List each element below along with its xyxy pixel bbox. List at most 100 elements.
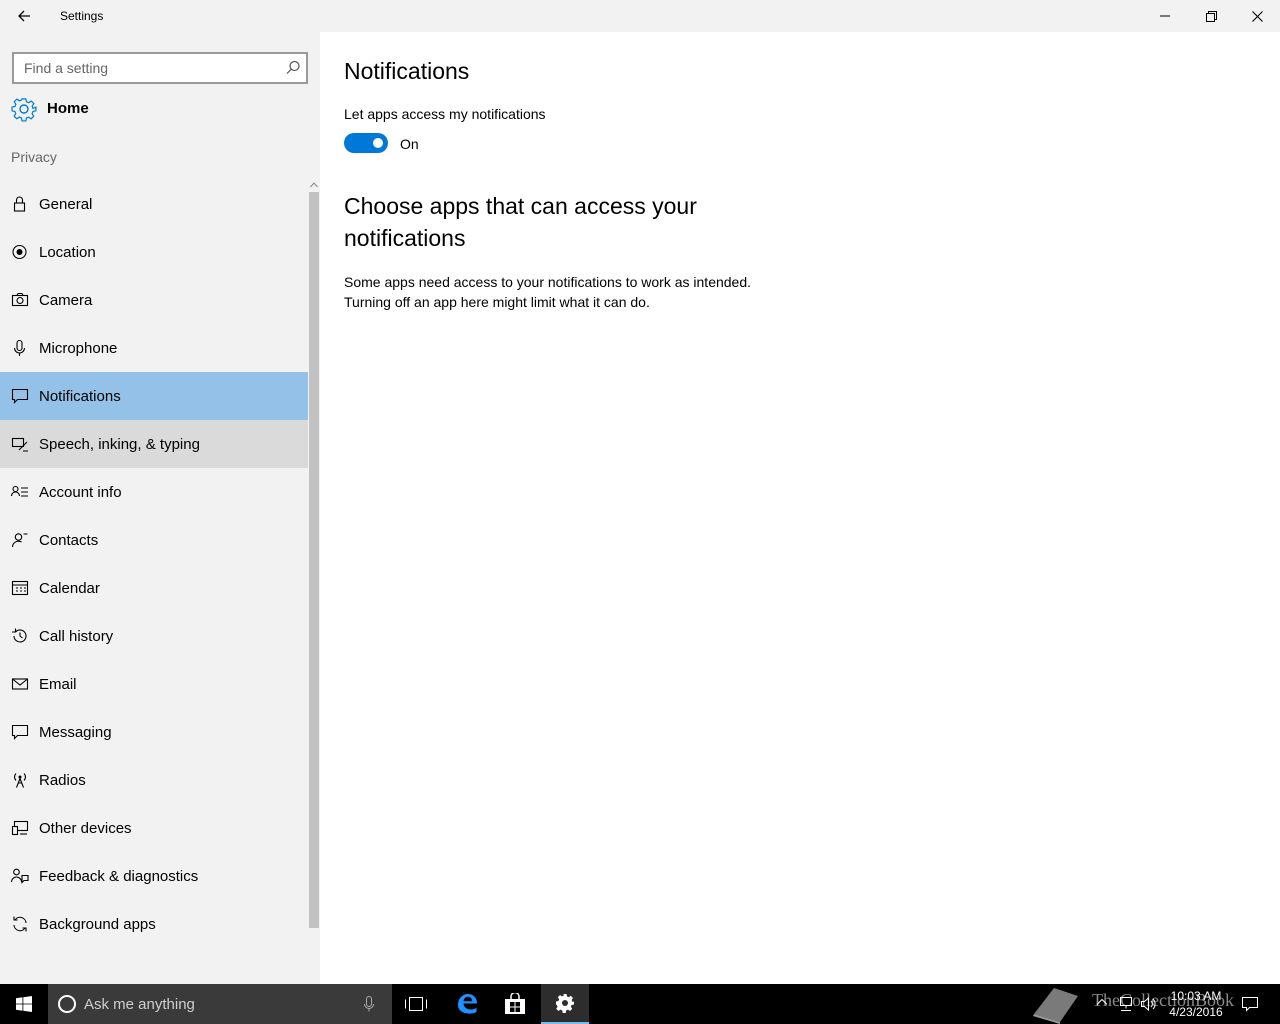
sidebar-item-calendar[interactable]: Calendar: [0, 564, 308, 612]
privacy-nav-list: General Location Camera Microphone Notif…: [0, 180, 308, 948]
sidebar-item-label: Other devices: [39, 820, 132, 837]
calendar-icon: [11, 580, 29, 596]
messaging-icon: [11, 724, 29, 740]
sidebar-item-label: Contacts: [39, 532, 99, 549]
edge-button[interactable]: [443, 984, 491, 1024]
store-icon: [505, 993, 525, 1014]
toggle-state-label: On: [400, 136, 419, 152]
windows-logo-icon: [16, 996, 32, 1012]
setting-label: Let apps access my notifications: [344, 106, 546, 122]
cortana-search-input[interactable]: [84, 984, 354, 1024]
task-view-button[interactable]: [392, 984, 440, 1024]
sidebar-item-location[interactable]: Location: [0, 228, 308, 276]
section-title: Choose apps that can access your notific…: [344, 193, 697, 251]
sidebar-item-call-history[interactable]: Call history: [0, 612, 308, 660]
sidebar-item-radios[interactable]: Radios: [0, 756, 308, 804]
sidebar-item-label: Speech, inking, & typing: [39, 436, 200, 453]
restore-icon: [1205, 10, 1217, 22]
email-icon: [11, 678, 29, 690]
sidebar-item-label: Microphone: [39, 340, 118, 357]
section-description: Some apps need access to your notificati…: [344, 272, 824, 312]
sidebar-item-label: Messaging: [39, 724, 112, 741]
action-center-icon[interactable]: [1240, 994, 1260, 1014]
history-icon: [12, 628, 27, 643]
window-title: Settings: [60, 9, 104, 23]
store-button[interactable]: [491, 984, 539, 1024]
section-heading: Privacy: [11, 149, 57, 165]
edge-icon: [458, 994, 477, 1014]
task-view-icon: [405, 997, 427, 1011]
camera-icon: [11, 292, 29, 307]
sidebar-item-label: General: [39, 196, 93, 213]
chevron-up-icon[interactable]: [1096, 996, 1108, 1008]
home-label: Home: [47, 100, 89, 117]
cortana-search-box[interactable]: [48, 984, 392, 1024]
sidebar-item-label: Background apps: [39, 916, 156, 933]
scroll-up-icon[interactable]: [310, 182, 318, 188]
clock-date: 4/23/2016: [1169, 1005, 1223, 1019]
taskbar: TheCollectionBook 10:03 AM 4/23/2016: [0, 984, 1280, 1024]
sidebar-item-account-info[interactable]: Account info: [0, 468, 308, 516]
microphone-icon[interactable]: [364, 996, 374, 1012]
sidebar-item-camera[interactable]: Camera: [0, 276, 308, 324]
page-title: Notifications: [344, 58, 470, 84]
speech-icon: [11, 437, 28, 452]
sidebar-item-contacts[interactable]: Contacts: [0, 516, 308, 564]
radio-icon: [14, 773, 26, 788]
minimize-icon: [1160, 15, 1170, 17]
gear-icon: [556, 994, 574, 1013]
sidebar-item-background-apps[interactable]: Background apps: [0, 900, 308, 948]
scrollbar-thumb[interactable]: [309, 192, 319, 928]
search-box: [12, 52, 308, 84]
description-line: Some apps need access to your notificati…: [344, 274, 752, 290]
back-button[interactable]: [0, 0, 48, 32]
title-bar: Settings: [0, 0, 1280, 32]
sidebar-item-label: Feedback & diagnostics: [39, 868, 199, 885]
sidebar-item-messaging[interactable]: Messaging: [0, 708, 308, 756]
home-item[interactable]: Home: [0, 88, 308, 128]
sidebar-item-microphone[interactable]: Microphone: [0, 324, 308, 372]
sidebar-item-label: Notifications: [39, 388, 121, 405]
lock-icon: [13, 196, 26, 212]
background-apps-icon: [13, 916, 27, 932]
main-content: Notifications Let apps access my notific…: [320, 32, 1280, 984]
account-info-icon: [11, 485, 28, 497]
book-icon: [1033, 988, 1078, 1024]
volume-icon[interactable]: [1140, 996, 1156, 1012]
sidebar-item-label: Calendar: [39, 580, 100, 597]
clock-time: 10:03 AM: [1170, 989, 1222, 1003]
sidebar-item-label: Email: [39, 676, 77, 693]
sidebar-item-label: Radios: [39, 772, 86, 789]
search-input[interactable]: [14, 54, 276, 82]
devices-icon: [11, 820, 29, 836]
start-button[interactable]: [0, 984, 48, 1024]
sidebar-item-label: Location: [39, 244, 96, 261]
toggle-knob: [373, 138, 383, 148]
sidebar-item-notifications[interactable]: Notifications: [0, 372, 308, 420]
gear-icon: [11, 98, 37, 122]
restore-button[interactable]: [1188, 0, 1234, 32]
notifications-access-toggle[interactable]: [344, 133, 388, 153]
sidebar-item-email[interactable]: Email: [0, 660, 308, 708]
back-arrow-icon: [18, 10, 30, 22]
description-line: Turning off an app here might limit what…: [344, 294, 650, 310]
sidebar-item-feedback[interactable]: Feedback & diagnostics: [0, 852, 308, 900]
sidebar-item-speech[interactable]: Speech, inking, & typing: [0, 420, 308, 468]
minimize-button[interactable]: [1142, 0, 1188, 32]
notifications-icon: [11, 388, 29, 404]
search-icon[interactable]: [284, 59, 302, 77]
close-button[interactable]: [1234, 0, 1280, 32]
sidebar-item-label: Call history: [39, 628, 114, 645]
sidebar-item-label: Account info: [39, 484, 122, 501]
sidebar-scrollbar[interactable]: [308, 180, 320, 990]
sidebar-item-label: Camera: [39, 292, 93, 309]
network-icon[interactable]: [1118, 996, 1134, 1012]
clock[interactable]: 10:03 AM 4/23/2016: [1160, 988, 1232, 1020]
sidebar-item-general[interactable]: General: [0, 180, 308, 228]
location-icon: [12, 244, 27, 260]
feedback-icon: [11, 868, 29, 884]
microphone-icon: [13, 339, 26, 356]
sidebar-item-other-devices[interactable]: Other devices: [0, 804, 308, 852]
settings-taskbar-button[interactable]: [541, 984, 589, 1024]
sidebar: Home Privacy General Location Camera Mic…: [0, 32, 320, 990]
